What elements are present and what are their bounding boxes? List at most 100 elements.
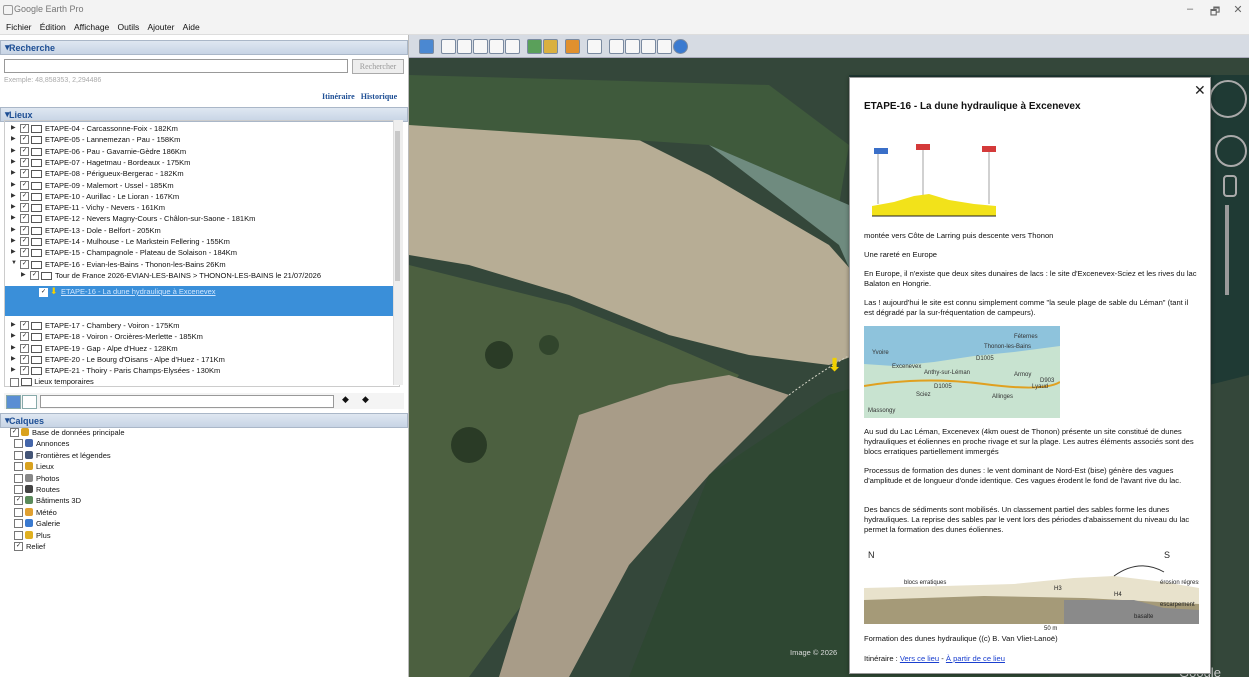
ruler-icon[interactable] xyxy=(587,39,602,54)
panel-toggle-icon[interactable] xyxy=(22,395,37,409)
place-checkbox[interactable]: ✓ xyxy=(20,146,29,156)
place-row[interactable]: ▶ ✓ ETAPE-17 - Chambery - Voiron - 175Km xyxy=(5,320,399,331)
minimize-button[interactable]: – xyxy=(1180,3,1200,15)
save-image-icon[interactable] xyxy=(641,39,656,54)
place-checkbox[interactable]: ✓ xyxy=(30,270,39,280)
expand-arrow-icon[interactable]: ▶ xyxy=(11,158,16,165)
layer-row[interactable]: Plus xyxy=(4,530,384,541)
place-checkbox[interactable]: ✓ xyxy=(20,332,29,342)
expand-arrow-icon[interactable]: ▶ xyxy=(11,124,16,131)
layer-row[interactable]: Frontières et légendes xyxy=(4,450,384,461)
place-checkbox[interactable]: ✓ xyxy=(20,157,29,167)
place-checkbox[interactable]: ✓ xyxy=(20,191,29,201)
layer-checkbox[interactable] xyxy=(14,450,23,460)
layer-row[interactable]: ✓ Base de données principale xyxy=(4,427,384,438)
directions-to-link[interactable]: Vers ce lieu xyxy=(900,654,939,663)
layer-checkbox[interactable] xyxy=(14,507,23,517)
polygon-tool-icon[interactable] xyxy=(457,39,472,54)
menu-outils[interactable]: Outils xyxy=(118,22,140,32)
layer-row[interactable]: Annonces xyxy=(4,438,384,449)
place-row[interactable]: ▶ ✓ ETAPE-07 - Hagetmau - Bordeaux - 175Km xyxy=(5,157,399,168)
close-balloon-button[interactable]: ✕ xyxy=(1194,82,1206,99)
expand-arrow-icon[interactable]: ▶ xyxy=(11,237,16,244)
place-row[interactable]: ▶ ✓ ETAPE-08 - Périgueux-Bergerac - 182Km xyxy=(5,168,399,179)
layer-checkbox[interactable] xyxy=(14,462,23,472)
planets-icon[interactable] xyxy=(565,39,580,54)
move-control[interactable] xyxy=(1215,135,1247,167)
layer-row[interactable]: Routes xyxy=(4,484,384,495)
layer-row[interactable]: Photos xyxy=(4,473,384,484)
place-checkbox[interactable]: ✓ xyxy=(20,124,29,133)
selected-place-label[interactable]: ETAPE-16 - La dune hydraulique à Excenev… xyxy=(61,287,216,296)
layer-checkbox[interactable] xyxy=(14,485,23,494)
expand-arrow-icon[interactable]: ▶ xyxy=(11,203,16,210)
expand-arrow-icon[interactable]: ▶ xyxy=(11,355,16,362)
selected-place-row[interactable]: ✓ ⬇ ETAPE-16 - La dune hydraulique à Exc… xyxy=(5,286,399,316)
menu-edition[interactable]: Édition xyxy=(40,22,66,32)
place-row[interactable]: ▶ ✓ ETAPE-11 - Vichy - Nevers - 161Km xyxy=(5,202,399,213)
place-checkbox[interactable]: ✓ xyxy=(20,343,29,353)
search-button[interactable]: Rechercher xyxy=(352,59,404,74)
expand-arrow-icon[interactable]: ▼ xyxy=(11,260,17,266)
place-row[interactable]: ▶ ✓ ETAPE-05 - Lannemezan - Pau - 158Km xyxy=(5,134,399,145)
sunlight-icon[interactable] xyxy=(543,39,558,54)
place-row[interactable]: ▶ ✓ ETAPE-13 - Dole - Belfort - 205Km xyxy=(5,225,399,236)
place-checkbox[interactable]: ✓ xyxy=(20,225,29,235)
places-scrollbar-thumb[interactable] xyxy=(395,131,400,281)
expand-arrow-icon[interactable]: ▶ xyxy=(11,214,16,221)
street-view-icon[interactable] xyxy=(1223,175,1237,197)
place-checkbox[interactable]: ✓ xyxy=(20,214,29,224)
print-icon[interactable] xyxy=(625,39,640,54)
menu-aide[interactable]: Aide xyxy=(183,22,200,32)
place-checkbox[interactable]: ✓ xyxy=(20,203,29,213)
place-checkbox[interactable]: ✓ xyxy=(20,259,29,269)
place-row[interactable]: ▶ ✓ ETAPE-18 - Voiron - Orcières-Merlette … xyxy=(5,331,399,342)
expand-arrow-icon[interactable]: ▶ xyxy=(21,271,26,278)
expand-arrow-icon[interactable]: ▶ xyxy=(11,248,16,255)
place-row[interactable]: ▼ ✓ ETAPE-16 - Evian-les-Bains - Thonon-le… xyxy=(5,259,399,270)
layer-row[interactable]: Météo xyxy=(4,507,384,518)
expand-arrow-icon[interactable]: ▶ xyxy=(11,366,16,373)
menu-affichage[interactable]: Affichage xyxy=(74,22,109,32)
expand-arrow-icon[interactable]: ▶ xyxy=(11,147,16,154)
layer-checkbox[interactable] xyxy=(14,530,23,540)
place-row[interactable]: ▶ ✓ ETAPE-09 - Malemort - Ussel - 185Km xyxy=(5,180,399,191)
layer-checkbox[interactable]: ✓ xyxy=(10,428,19,437)
place-checkbox[interactable]: ✓ xyxy=(20,169,29,179)
expand-arrow-icon[interactable]: ▶ xyxy=(11,332,16,339)
place-checkbox[interactable]: ✓ xyxy=(20,248,29,258)
overlay-tool-icon[interactable] xyxy=(489,39,504,54)
tour-tool-icon[interactable] xyxy=(505,39,520,54)
expand-arrow-icon[interactable]: ▶ xyxy=(11,192,16,199)
place-checkbox[interactable]: ✓ xyxy=(20,180,29,190)
place-row[interactable]: ▶ ✓ ETAPE-12 - Nevers Magny-Cours - Châlon… xyxy=(5,213,399,224)
place-checkbox[interactable]: ✓ xyxy=(20,366,29,376)
zoom-slider[interactable] xyxy=(1225,205,1229,295)
layer-checkbox[interactable]: ✓ xyxy=(14,542,23,551)
menu-fichier[interactable]: Fichier xyxy=(6,22,32,32)
email-icon[interactable] xyxy=(609,39,624,54)
layer-row[interactable]: Lieux xyxy=(4,461,384,472)
search-input[interactable] xyxy=(4,59,348,73)
place-row[interactable]: ▶ ✓ ETAPE-14 - Mulhouse - Le Markstein Fel… xyxy=(5,236,399,247)
place-checkbox[interactable]: ✓ xyxy=(20,321,29,330)
sidebar-toggle-icon[interactable] xyxy=(419,39,434,54)
expand-arrow-icon[interactable]: ▶ xyxy=(11,169,16,176)
place-row[interactable]: ▶ ✓ ETAPE-19 - Gap - Alpe d'Huez - 128Km xyxy=(5,343,399,354)
selected-checkbox[interactable]: ✓ xyxy=(39,288,48,297)
place-row[interactable]: ▶ ✓ Tour de France 2026-EVIAN-LES-BAINS > … xyxy=(5,270,399,281)
expand-arrow-icon[interactable]: ▶ xyxy=(11,226,16,233)
layer-row[interactable]: Galerie xyxy=(4,518,384,529)
move-up-icon[interactable]: ◆ xyxy=(342,394,349,405)
directions-from-link[interactable]: À partir de ce lieu xyxy=(946,654,1005,663)
place-checkbox[interactable]: ✓ xyxy=(20,354,29,364)
place-row[interactable]: ▶ ✓ ETAPE-06 - Pau - Gavarnie-Gèdre 186Km xyxy=(5,146,399,157)
temporary-checkbox[interactable] xyxy=(10,377,19,387)
place-checkbox[interactable]: ✓ xyxy=(20,237,29,246)
search-section-header[interactable]: ▾ Recherche xyxy=(0,40,408,55)
layer-row[interactable]: ✓ Relief xyxy=(4,541,384,552)
place-row[interactable]: ▶ ✓ ETAPE-04 - Carcassonne-Foix - 182Km xyxy=(5,123,399,134)
places-filter-input[interactable] xyxy=(40,395,334,408)
expand-arrow-icon[interactable]: ▶ xyxy=(11,181,16,188)
historical-imagery-icon[interactable] xyxy=(527,39,542,54)
